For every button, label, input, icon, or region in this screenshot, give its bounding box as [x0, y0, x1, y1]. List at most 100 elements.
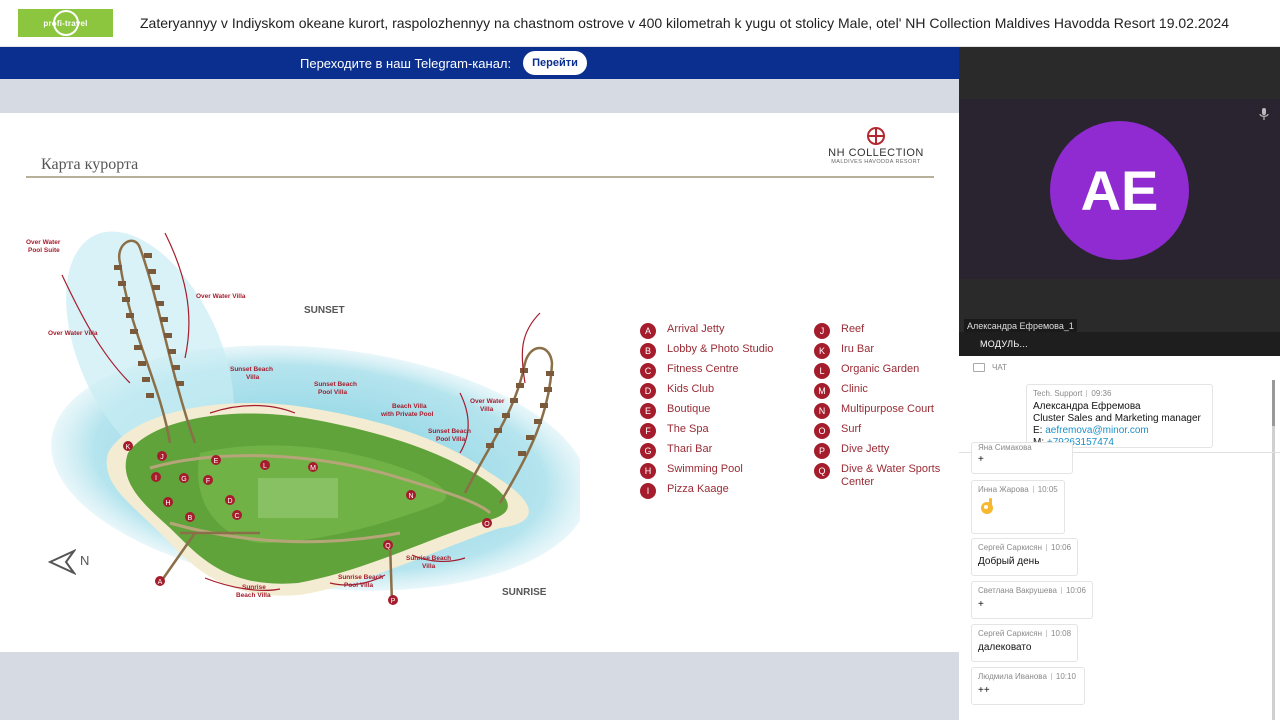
message-meta: Яна Симакова — [978, 443, 1066, 451]
slide: Карта курорта NH COLLECTION MALDIVES HAV… — [0, 113, 959, 652]
ok-hand-emoji-icon — [981, 498, 993, 514]
message-time: 09:36 — [1091, 389, 1112, 398]
message-meta: Светлана Вакрушева 10:06 — [978, 586, 1086, 595]
message-text: Добрый день — [978, 556, 1040, 567]
top-header: profi-travel Zateryannyy v Indiyskom oke… — [0, 0, 1280, 47]
label-sunrise-beach-villa-right-2: Villa — [422, 563, 436, 570]
telegram-go-button[interactable]: Перейти — [523, 51, 587, 75]
svg-text:F: F — [206, 478, 210, 485]
app-window: profi-travel Zateryannyy v Indiyskom oke… — [0, 0, 1280, 720]
message-meta: Tech. Support 09:36 — [1033, 389, 1206, 398]
chat-scrollbar-thumb[interactable] — [1272, 380, 1275, 426]
legend-badge: I — [640, 483, 656, 499]
legend-item: E Boutique — [640, 403, 777, 423]
brand-logo[interactable]: profi-travel — [18, 9, 113, 37]
central-buildings — [258, 478, 338, 518]
chat-header[interactable]: ЧАТ — [959, 356, 1280, 378]
label-sunrise-beach-pool-villa-2: Pool Villa — [344, 582, 374, 589]
label-sunset-beach-pool-villa-2: Pool Villa — [318, 389, 348, 396]
legend-item: I Pizza Kaage — [640, 483, 777, 503]
svg-text:Q: Q — [385, 543, 391, 550]
legend-label: Dive & Water Sports Center — [841, 463, 941, 488]
nh-brand-name: NH COLLECTION — [828, 147, 924, 159]
chat-scrollbar[interactable] — [1272, 380, 1275, 720]
speaker-name-label: Александра Ефремова_1 — [964, 319, 1077, 333]
legend-badge: O — [814, 423, 830, 439]
legend-item: K Iru Bar — [814, 343, 956, 363]
legend-label: Arrival Jetty — [667, 323, 725, 335]
label-over-water-villa-right-2: Villa — [480, 406, 494, 413]
message-time: 10:08 — [1051, 629, 1072, 638]
legend-label: Reef — [841, 323, 865, 335]
legend-badge: N — [814, 403, 830, 419]
legend-item: L Organic Garden — [814, 363, 956, 383]
slide-title: Карта курорта — [41, 156, 139, 173]
message-author: Светлана Вакрушева — [978, 586, 1057, 595]
message-text: ++ — [978, 685, 990, 696]
svg-text:A: A — [158, 579, 163, 586]
legend-right: J Reef K Iru Bar L Organic Garden M Clinic N… — [814, 323, 956, 493]
legend-item: N Multipurpose Court — [814, 403, 956, 423]
svg-text:C: C — [234, 513, 239, 520]
label-sunset-beach-villa-2: Villa — [246, 374, 260, 381]
modules-tab[interactable]: МОДУЛЬ... — [959, 332, 1280, 356]
label-sunrise: SUNRISE — [502, 587, 547, 598]
legend-item: A Arrival Jetty — [640, 323, 777, 343]
label-sunrise-beach-villa: Sunrise — [242, 584, 266, 591]
svg-text:D: D — [227, 498, 232, 505]
svg-text:L: L — [263, 463, 267, 470]
svg-text:I: I — [155, 475, 157, 482]
message-text: далековато — [978, 642, 1032, 653]
message-text: + — [978, 599, 984, 610]
label-sunrise-beach-villa-right: Sunrise Beach — [406, 555, 451, 562]
nh-emblem-icon — [867, 127, 885, 145]
legend-label: Thari Bar — [667, 443, 713, 455]
message-meta: Инна Жарова 10:05 — [978, 485, 1058, 494]
legend-label: Swimming Pool — [667, 463, 743, 475]
legend-badge: G — [640, 443, 656, 459]
pinned-email-line: E: aefremova@minor.com — [1033, 425, 1206, 437]
label-over-water-pool-suite-2: Pool Suite — [28, 247, 60, 254]
legend-label: Pizza Kaage — [667, 483, 729, 495]
telegram-banner: Переходите в наш Telegram-канал: Перейти — [0, 47, 959, 79]
legend-badge: C — [640, 363, 656, 379]
message-meta: Сергей Саркисян 10:08 — [978, 629, 1071, 638]
chat-message: Инна Жарова 10:05 — [971, 480, 1065, 534]
chat-icon — [973, 363, 985, 372]
label-beach-villa-private-pool-2: with Private Pool — [380, 411, 434, 418]
svg-text:B: B — [188, 515, 193, 522]
legend-badge: E — [640, 403, 656, 419]
pinned-line: Александра Ефремова — [1033, 401, 1141, 412]
label-sunset-beach-pool-villa: Sunset Beach — [314, 381, 357, 388]
legend-badge: M — [814, 383, 830, 399]
svg-text:O: O — [484, 521, 490, 528]
legend-badge: Q — [814, 463, 830, 479]
legend-item: M Clinic — [814, 383, 956, 403]
nh-collection-logo: NH COLLECTION MALDIVES HAVODDA RESORT — [826, 127, 926, 165]
email-link[interactable]: aefremova@minor.com — [1045, 425, 1149, 436]
chat-title: ЧАТ — [992, 363, 1007, 372]
telegram-banner-text: Переходите в наш Telegram-канал: — [300, 56, 512, 71]
svg-text:H: H — [165, 500, 170, 507]
presentation-stage: Переходите в наш Telegram-канал: Перейти… — [0, 47, 959, 720]
message-time: 10:06 — [1065, 586, 1086, 595]
legend-item: H Swimming Pool — [640, 463, 777, 483]
legend-label: Iru Bar — [841, 343, 875, 355]
legend-item: C Fitness Centre — [640, 363, 777, 383]
legend-label: Dive Jetty — [841, 443, 890, 455]
legend-label: Fitness Centre — [667, 363, 739, 375]
nh-brand-sub: MALDIVES HAVODDA RESORT — [831, 159, 921, 165]
compass-north-label: N — [80, 553, 90, 568]
label-over-water-villa-right: Over Water — [470, 398, 505, 405]
svg-text:P: P — [391, 598, 396, 605]
email-prefix: E: — [1033, 425, 1046, 436]
label-sunset-beach-pool-villa-right-2: Pool Villa — [436, 436, 466, 443]
legend-item: O Surf — [814, 423, 956, 443]
message-author: Яна Симакова — [978, 443, 1032, 451]
label-sunset: SUNSET — [304, 305, 345, 316]
svg-text:E: E — [214, 458, 219, 465]
label-over-water-pool-suite: Over Water — [26, 239, 61, 246]
message-meta: Людмила Иванова 10:10 — [978, 672, 1078, 681]
microphone-icon[interactable] — [1257, 107, 1271, 121]
legend-item: Q Dive & Water Sports Center — [814, 463, 956, 493]
